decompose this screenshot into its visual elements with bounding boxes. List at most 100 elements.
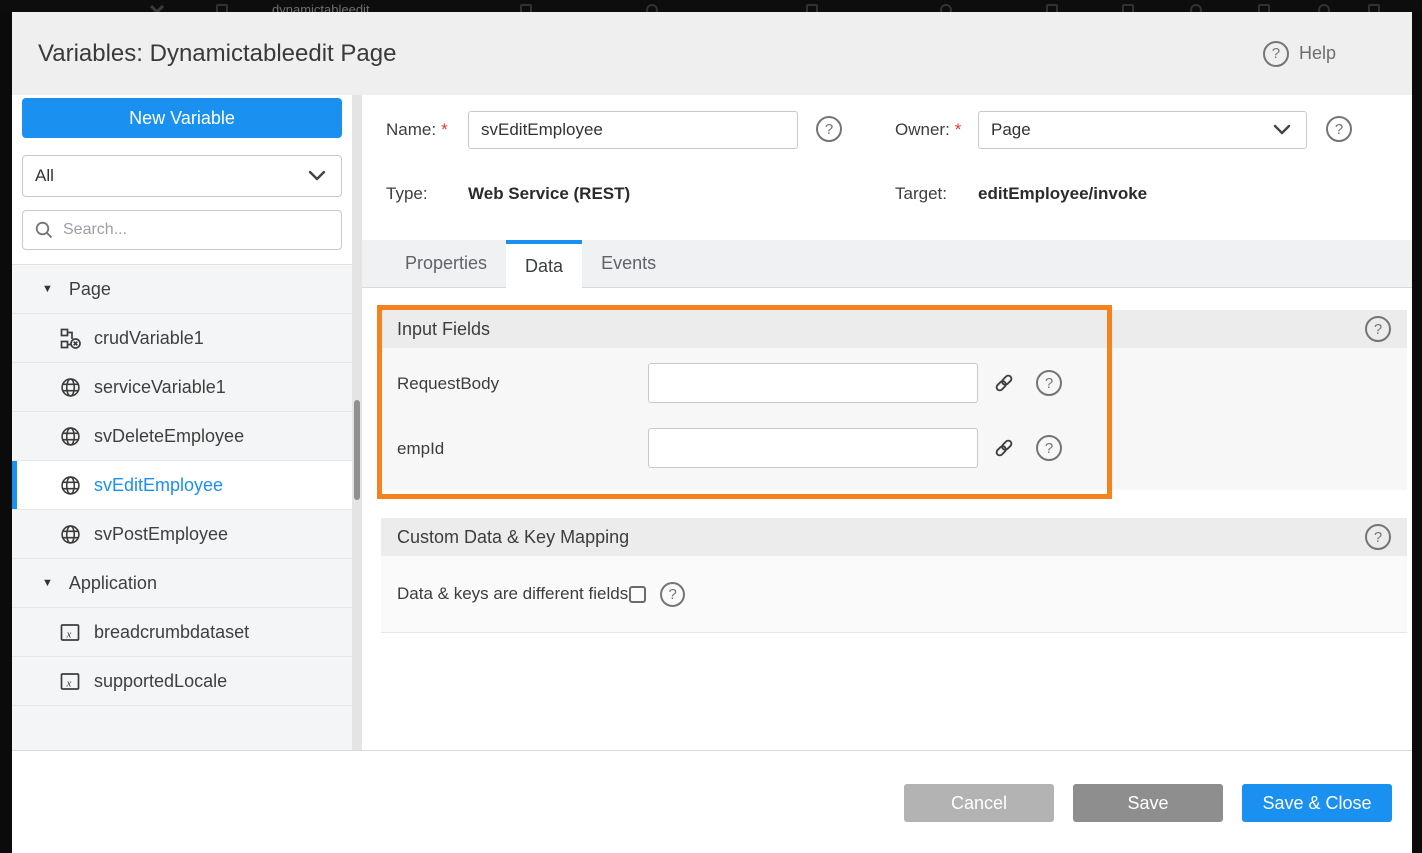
detail-tabbar: Properties Data Events [362,240,1412,288]
owner-value: Page [991,120,1031,140]
sidebar-item-crudvariable1[interactable]: crudVariable1 [12,314,352,363]
background-icon [520,4,532,12]
owner-label: Owner:* [895,120,961,140]
service-variable-icon [60,377,81,398]
name-input[interactable] [468,111,798,149]
background-page-name: dynamictableedit [272,2,370,12]
save-close-button[interactable]: Save & Close [1242,784,1392,822]
scrollbar-thumb[interactable] [354,400,360,500]
background-icon [1190,4,1202,12]
variable-label: svEditEmployee [94,475,223,496]
background-app-bar: dynamictableedit [0,0,1422,12]
empid-help-icon[interactable]: ? [1036,435,1062,461]
sidebar-content: New Variable All ▼ Page [12,95,352,750]
group-label: Page [69,279,111,300]
section-title: Custom Data & Key Mapping [397,527,629,548]
custom-mapping-help-icon[interactable]: ? [1365,524,1391,550]
sidebar-item-breadcrumbdataset[interactable]: breadcrumbdataset [12,608,352,657]
owner-help-icon[interactable]: ? [1326,116,1352,142]
variable-label: serviceVariable1 [94,377,226,398]
group-label: Application [69,573,157,594]
save-button[interactable]: Save [1073,784,1223,822]
circle-question-icon: ? [1263,41,1289,67]
required-mark: * [441,120,448,139]
link-icon[interactable] [993,437,1015,459]
sidebar-item-servicevariable1[interactable]: serviceVariable1 [12,363,352,412]
tab-events[interactable]: Events [582,240,675,287]
background-icon [1046,4,1058,12]
sidebar-item-supportedlocale[interactable]: supportedLocale [12,657,352,706]
requestbody-help-icon[interactable]: ? [1036,370,1062,396]
custom-mapping-header: Custom Data & Key Mapping ? [381,518,1407,556]
variable-label: svDeleteEmployee [94,426,244,447]
search-input[interactable] [63,221,330,239]
input-fields-body: RequestBody ? empId ? [381,348,1407,490]
triangle-down-icon: ▼ [42,283,53,295]
search-icon [34,220,54,240]
screen: dynamictableedit Variables: Dynamictable… [0,0,1422,853]
crud-variable-icon [60,328,81,349]
target-value: editEmployee/invoke [978,184,1147,204]
background-icon [940,4,952,12]
triangle-down-icon: ▼ [42,577,53,589]
service-variable-icon [60,524,81,545]
input-fields-header: Input Fields ? [381,310,1407,348]
different-fields-help-icon[interactable]: ? [660,582,685,607]
service-variable-icon [60,475,81,496]
dialog-body: New Variable All ▼ Page [12,95,1412,750]
service-variable-icon [60,426,81,447]
chevron-down-icon [1270,118,1294,142]
type-value: Web Service (REST) [468,184,630,204]
tab-properties[interactable]: Properties [386,240,506,287]
name-label: Name:* [386,120,448,140]
variable-search[interactable] [22,210,342,250]
background-icon [1318,4,1330,12]
variable-label: svPostEmployee [94,524,228,545]
input-fields-help-icon[interactable]: ? [1365,316,1391,342]
background-icon [1258,4,1270,12]
variables-list: ▼ Page crudVariable1 serviceVariable1 [12,264,352,750]
model-variable-icon [60,671,81,692]
sidebar-item-sveditemployee[interactable]: svEditEmployee [12,461,352,510]
link-icon[interactable] [993,372,1015,394]
target-label: Target: [895,184,947,204]
section-title: Input Fields [397,319,490,340]
background-icon [1122,4,1134,12]
different-fields-checkbox[interactable] [629,586,646,603]
variables-sidebar: New Variable All ▼ Page [12,95,362,750]
name-help-icon[interactable]: ? [816,116,842,142]
background-icon [806,4,818,12]
dialog-header: Variables: Dynamictableedit Page ? Help [12,12,1412,95]
type-label: Type: [386,184,428,204]
custom-mapping-section: Custom Data & Key Mapping ? Data & keys … [381,518,1407,633]
chevron-down-icon [305,164,329,188]
variable-label: breadcrumbdataset [94,622,249,643]
sidebar-item-svpostemployee[interactable]: svPostEmployee [12,510,352,559]
empid-label: empId [397,439,444,459]
sidebar-item-svdeleteemployee[interactable]: svDeleteEmployee [12,412,352,461]
requestbody-input[interactable] [648,363,978,403]
sidebar-scrollbar[interactable] [352,95,362,750]
empid-input[interactable] [648,428,978,468]
variable-detail-panel: Name:* ? Owner:* Page ? Type: Web Servic… [362,95,1412,750]
variable-label: crudVariable1 [94,328,204,349]
dialog-title: Variables: Dynamictableedit Page [38,40,396,68]
different-fields-row: Data & keys are different fields ? [381,556,1407,632]
cancel-button[interactable]: Cancel [904,784,1054,822]
requestbody-label: RequestBody [397,374,499,394]
sidebar-group-page[interactable]: ▼ Page [12,265,352,314]
help-button[interactable]: ? Help [1263,41,1336,67]
background-icon [1368,4,1380,12]
owner-select[interactable]: Page [978,111,1307,149]
variable-filter-value: All [35,166,54,186]
variables-dialog: Variables: Dynamictableedit Page ? Help … [12,12,1412,853]
sidebar-group-application[interactable]: ▼ Application [12,559,352,608]
custom-mapping-body: Data & keys are different fields ? [381,556,1407,633]
model-variable-icon [60,622,81,643]
tab-data[interactable]: Data [506,240,582,289]
variable-filter-select[interactable]: All [22,155,342,197]
different-fields-label: Data & keys are different fields [397,584,628,604]
dialog-footer: Cancel Save Save & Close [12,750,1412,853]
help-label: Help [1299,43,1336,64]
new-variable-button[interactable]: New Variable [22,98,342,138]
